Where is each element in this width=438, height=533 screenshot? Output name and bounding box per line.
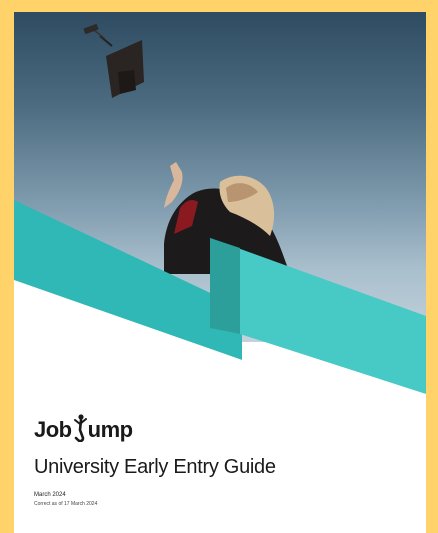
logo-text-ump: ump (87, 417, 133, 442)
cover-frame: Job ump University Early Entry Guide Mar… (0, 0, 438, 533)
logo-text-job: Job (34, 417, 72, 442)
correct-as-of-note: Correct as of 17 March 2024 (34, 501, 98, 507)
document-cover: Job ump University Early Entry Guide Mar… (14, 12, 426, 533)
graduation-cap-icon (83, 23, 144, 98)
jumping-person-logo-icon (73, 414, 87, 442)
document-date: March 2024 (34, 492, 66, 498)
jobjump-logo: Job ump (34, 410, 133, 442)
cover-graphic (14, 23, 426, 533)
document-title: University Early Entry Guide (34, 456, 276, 478)
